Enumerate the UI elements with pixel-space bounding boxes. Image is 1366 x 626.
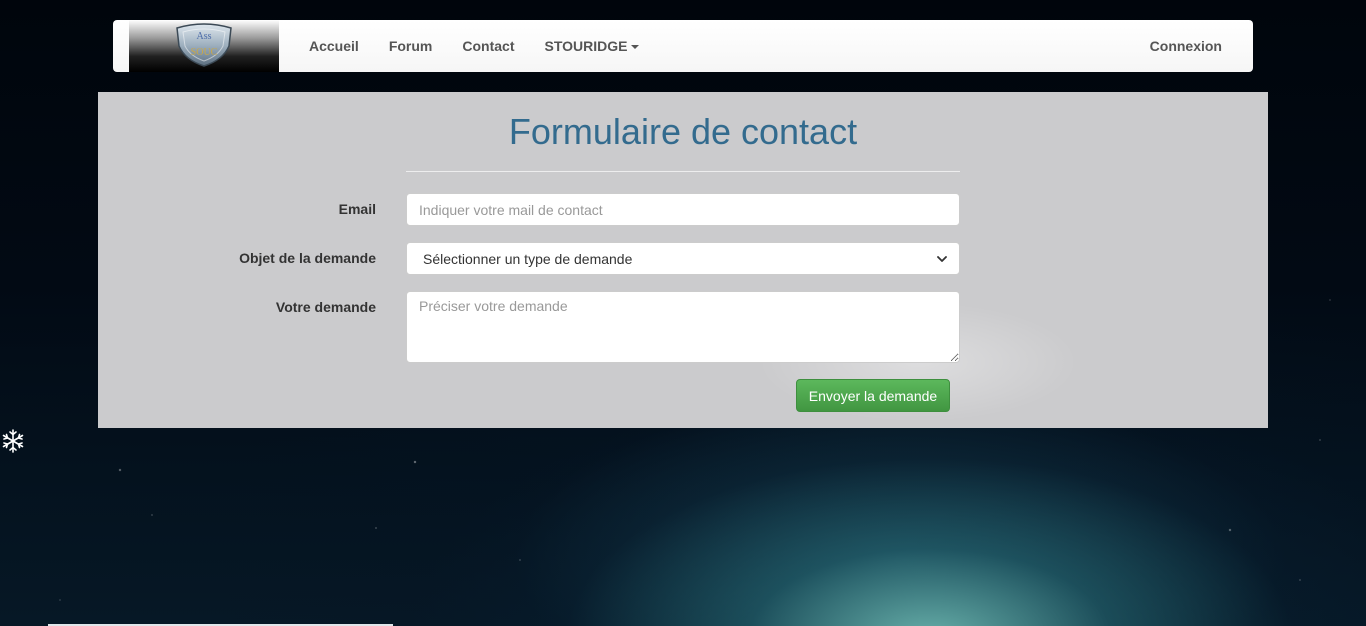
- subject-label: Objet de la demande: [239, 250, 376, 266]
- nav-dropdown-label: STOURIDGE: [544, 38, 628, 54]
- nav-links: Accueil Forum Contact STOURIDGE: [294, 20, 654, 72]
- brand-logo[interactable]: Ass SOUC: [129, 20, 279, 72]
- title-divider: [406, 171, 960, 172]
- subject-select-value: Sélectionner un type de demande: [423, 250, 633, 267]
- message-textarea[interactable]: [406, 291, 960, 363]
- subject-select[interactable]: Sélectionner un type de demande: [406, 242, 960, 275]
- chevron-down-icon: [937, 255, 947, 262]
- nav-link-forum[interactable]: Forum: [374, 38, 448, 54]
- svg-text:SOUC: SOUC: [191, 47, 218, 58]
- email-field[interactable]: [406, 193, 960, 226]
- nav-dropdown-stouridge[interactable]: STOURIDGE: [530, 38, 655, 54]
- login-link[interactable]: Connexion: [1150, 20, 1222, 72]
- shield-logo-icon: Ass SOUC: [176, 23, 232, 67]
- email-label: Email: [338, 201, 376, 217]
- page-title: Formulaire de contact: [508, 111, 858, 152]
- message-label: Votre demande: [275, 299, 376, 315]
- nav-link-accueil[interactable]: Accueil: [294, 38, 374, 54]
- send-request-button[interactable]: Envoyer la demande: [796, 379, 950, 412]
- svg-text:Ass: Ass: [196, 31, 211, 42]
- snowflake-icon: [0, 428, 26, 454]
- nav-link-contact[interactable]: Contact: [447, 38, 529, 54]
- top-navbar: Ass SOUC Accueil Forum Contact STOURIDGE…: [113, 20, 1253, 72]
- caret-down-icon: [631, 45, 640, 50]
- contact-form-panel: Formulaire de contact Email Objet de la …: [98, 92, 1268, 428]
